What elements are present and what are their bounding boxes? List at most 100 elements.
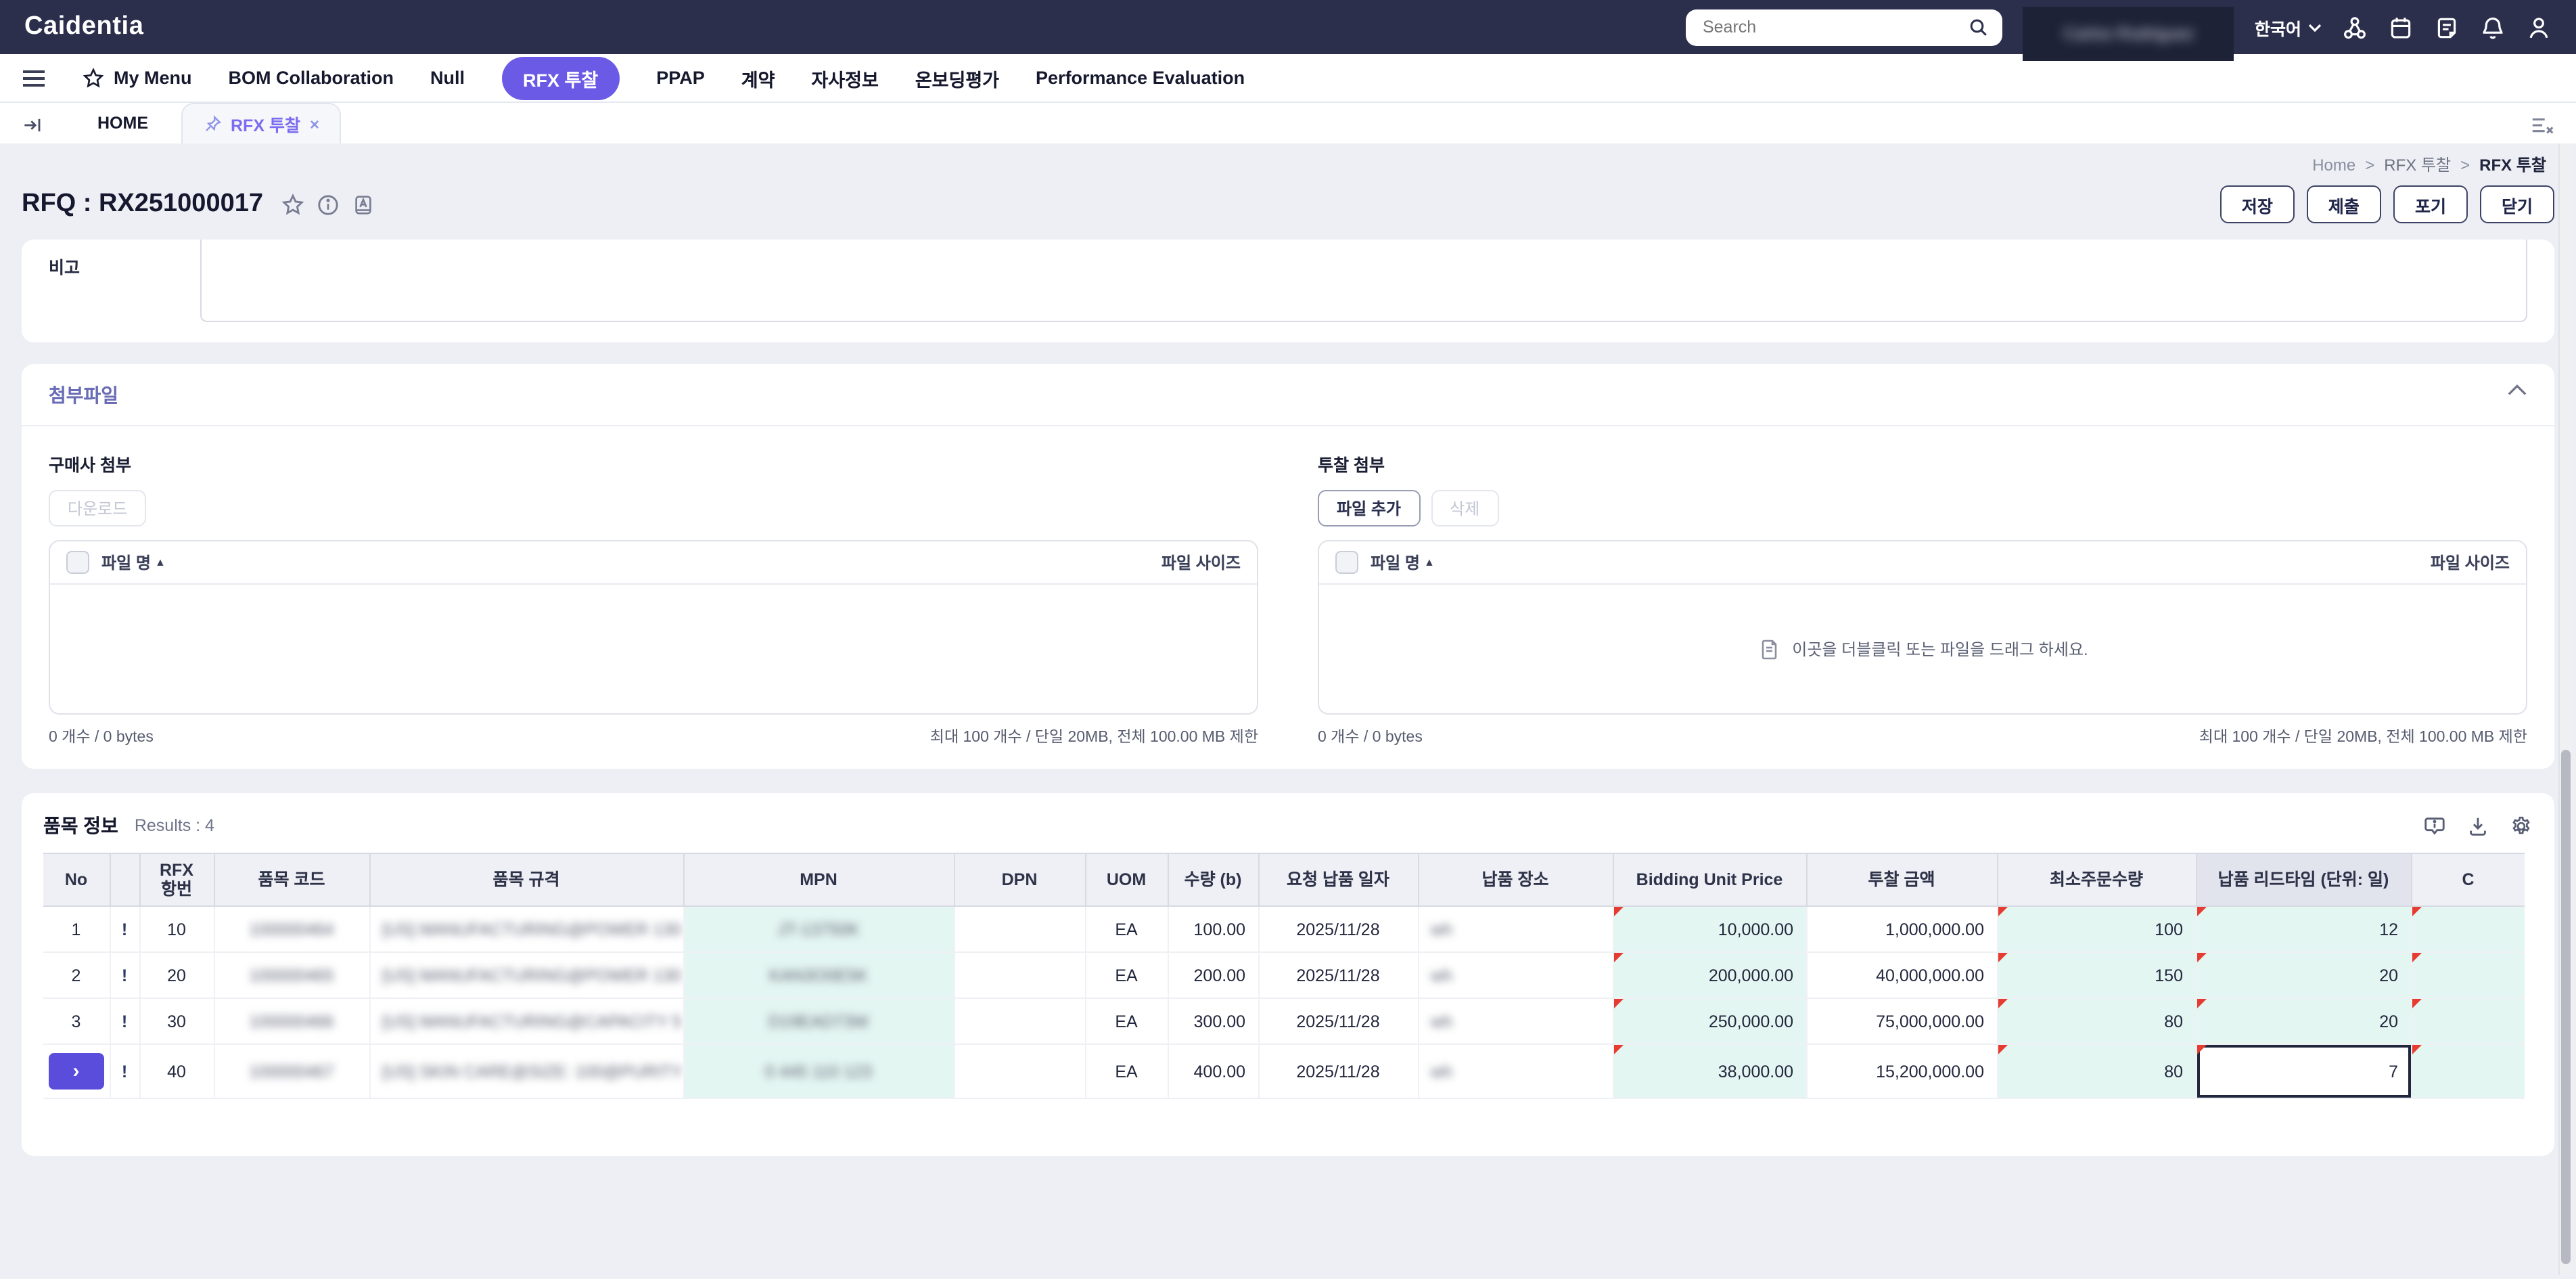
cell-extra[interactable] (2411, 952, 2525, 999)
vertical-scrollbar[interactable] (2558, 143, 2572, 1275)
tab-home[interactable]: HOME (65, 114, 181, 133)
cell-value: 200,000.00 (1708, 966, 1793, 985)
cell-lead-time[interactable]: 20 (2196, 998, 2412, 1045)
nav-item-company-info[interactable]: 자사정보 (811, 64, 878, 91)
attachments-card: 첨부파일 구매사 첨부 다운로드 파일 명 ▲ 파일 사이즈 0 개수 / 0 … (22, 364, 2554, 769)
nav-item-onboarding-eval[interactable]: 온보딩평가 (915, 64, 999, 91)
items-table: No RFX 항번 품목 코드 품목 규격 MPN DPN UOM 수량 (b)… (43, 853, 2525, 1099)
language-selector[interactable]: 한국어 (2255, 14, 2322, 40)
cell-min-order-qty[interactable]: 100 (1997, 906, 2196, 953)
selected-cell-lead-time[interactable]: 7 (2196, 1044, 2412, 1099)
cell-item-spec: [US] MANUFACTURING@POWER 130 (369, 906, 684, 953)
file-name-header[interactable]: 파일 명 (1371, 551, 1420, 574)
breadcrumb-rfx[interactable]: RFX 투찰 (2384, 153, 2451, 176)
user-icon[interactable] (2526, 14, 2552, 40)
scrollbar-thumb[interactable] (2561, 750, 2571, 1264)
col-header-bidding-unit-price[interactable]: Bidding Unit Price (1613, 853, 1807, 907)
cell-value: 80 (2164, 1062, 2183, 1081)
nav-item-contract[interactable]: 계약 (741, 64, 775, 91)
pin-icon[interactable] (202, 114, 221, 133)
calendar-icon[interactable] (2388, 14, 2414, 40)
row-expand-button[interactable]: › (49, 1053, 104, 1090)
col-header-extra[interactable]: C (2411, 853, 2525, 907)
col-header-rfx-line[interactable]: RFX 항번 (139, 853, 214, 907)
cell-place: wh (1418, 1044, 1613, 1099)
sort-asc-icon: ▲ (154, 556, 166, 568)
cell-no: 3 (43, 998, 110, 1045)
info-icon[interactable] (316, 193, 339, 216)
cell-min-order-qty[interactable]: 150 (1997, 952, 2196, 999)
table-row: 3! 30 100000466 [US] MANUFACTURING@CAPACITY… (43, 998, 2525, 1045)
search-icon[interactable] (1969, 17, 1990, 37)
favorite-star-icon[interactable] (281, 193, 304, 216)
nav-item-bom-collaboration[interactable]: BOM Collaboration (229, 68, 394, 88)
col-header-item-code[interactable]: 품목 코드 (214, 853, 370, 907)
file-name-header[interactable]: 파일 명 (101, 551, 151, 574)
col-header-mpn[interactable]: MPN (683, 853, 954, 907)
cell-extra[interactable] (2411, 906, 2525, 953)
user-name[interactable]: Carlos Rodriguez (2023, 6, 2234, 60)
col-header-lead-time[interactable]: 납품 리드타임 (단위: 일) (2196, 853, 2412, 907)
nav-item-rfx-bid-active[interactable]: RFX 투찰 (501, 56, 620, 99)
cell-min-order-qty[interactable]: 80 (1997, 998, 2196, 1045)
close-button[interactable]: 닫기 (2479, 185, 2554, 223)
close-all-tabs-icon[interactable] (2531, 116, 2554, 135)
close-tab-icon[interactable]: × (310, 114, 319, 133)
select-all-checkbox[interactable] (66, 551, 89, 574)
col-header-item-spec[interactable]: 품목 규격 (369, 853, 684, 907)
nav-item-my-menu[interactable]: My Menu (83, 67, 192, 89)
col-header-qty[interactable]: 수량 (b) (1168, 853, 1259, 907)
breadcrumb-home[interactable]: Home (2312, 155, 2355, 174)
gear-icon[interactable] (2510, 814, 2533, 837)
remarks-textarea[interactable] (200, 240, 2527, 322)
col-header-no[interactable]: No (43, 853, 110, 907)
cell-dpn (954, 952, 1086, 999)
buyer-file-count: 0 개수 / 0 bytes (49, 730, 154, 746)
cell-extra[interactable] (2411, 998, 2525, 1045)
cell-lead-time[interactable]: 12 (2196, 906, 2412, 953)
cell-value: EA (1115, 966, 1138, 985)
col-header-alert[interactable] (110, 853, 140, 907)
bell-icon[interactable] (2480, 14, 2506, 40)
hamburger-icon[interactable] (22, 68, 46, 87)
search-input[interactable] (1699, 16, 1969, 38)
cell-bid-unit-price[interactable]: 10,000.00 (1613, 906, 1807, 953)
abandon-button[interactable]: 포기 (2393, 185, 2468, 223)
download-button[interactable]: 다운로드 (49, 490, 147, 526)
cell-lead-time[interactable]: 20 (2196, 952, 2412, 999)
download-grid-icon[interactable] (2466, 814, 2489, 837)
results-count: Results : 4 (134, 816, 214, 835)
document-a-icon[interactable] (351, 193, 374, 216)
delete-file-button[interactable]: 삭제 (1431, 490, 1499, 526)
memo-icon[interactable] (2434, 14, 2460, 40)
col-header-req-date[interactable]: 요청 납품 일자 (1258, 853, 1419, 907)
nav-item-performance-evaluation[interactable]: Performance Evaluation (1036, 68, 1245, 88)
cell-value: [US] MANUFACTURING@CAPACITY 5 (382, 1012, 682, 1031)
cell-bid-unit-price[interactable]: 250,000.00 (1613, 998, 1807, 1045)
submit-button[interactable]: 제출 (2306, 185, 2381, 223)
search-box[interactable] (1686, 9, 2003, 45)
col-header-uom[interactable]: UOM (1085, 853, 1168, 907)
col-header-bid-amount[interactable]: 투찰 금액 (1806, 853, 1998, 907)
file-drop-zone[interactable]: 이곳을 더블클릭 또는 파일을 드래그 하세요. (1319, 585, 2526, 713)
cell-bid-unit-price[interactable]: 200,000.00 (1613, 952, 1807, 999)
cell-bid-unit-price[interactable]: 38,000.00 (1613, 1044, 1807, 1099)
cell-extra[interactable] (2411, 1044, 2525, 1099)
cell-min-order-qty[interactable]: 80 (1997, 1044, 2196, 1099)
tab-rfx-bid-active[interactable]: RFX 투찰 × (181, 103, 341, 143)
grid-info-icon[interactable] (2423, 814, 2446, 837)
nav-item-null[interactable]: Null (430, 68, 465, 88)
collapse-sidebar-icon[interactable] (22, 115, 43, 135)
add-file-button[interactable]: 파일 추가 (1318, 490, 1420, 526)
save-button[interactable]: 저장 (2220, 185, 2295, 223)
affiliate-icon[interactable] (2342, 14, 2368, 40)
col-header-dpn[interactable]: DPN (954, 853, 1086, 907)
cell-value: 40 (167, 1062, 186, 1081)
col-header-place[interactable]: 납품 장소 (1418, 853, 1613, 907)
nav-item-ppap[interactable]: PPAP (656, 68, 705, 88)
collapse-section-icon[interactable] (2507, 383, 2527, 397)
cell-place: wh (1418, 998, 1613, 1045)
col-header-min-order-qty[interactable]: 최소주문수량 (1997, 853, 2196, 907)
table-row: 2! 20 100000465 [US] MANUFACTURING@POWER 13… (43, 952, 2525, 999)
select-all-checkbox[interactable] (1335, 551, 1358, 574)
